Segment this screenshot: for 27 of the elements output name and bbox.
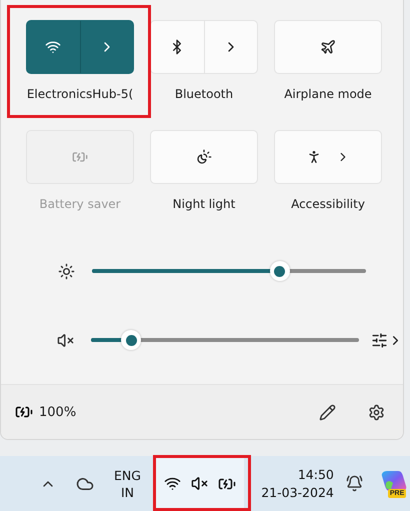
battery-percentage: 100%	[39, 404, 76, 420]
bell-icon	[346, 475, 363, 492]
tile-label: Airplane mode	[284, 86, 372, 103]
settings-button[interactable]	[368, 404, 385, 420]
sliders-icon	[371, 332, 388, 348]
brightness-icon	[58, 262, 74, 280]
slider-thumb[interactable]	[270, 261, 290, 281]
tile-label: Bluetooth	[174, 86, 234, 103]
language-text: ENG	[114, 466, 141, 484]
date-text: 21-03-2024	[261, 484, 334, 502]
wifi-icon	[164, 475, 181, 492]
notification-button[interactable]	[346, 475, 363, 492]
language-button[interactable]: ENG IN	[114, 466, 141, 500]
sun-moon-icon	[196, 149, 212, 165]
clock-button[interactable]: 14:50 21-03-2024	[254, 466, 334, 502]
pencil-icon	[319, 404, 336, 420]
language-text: IN	[120, 484, 134, 500]
wifi-icon	[45, 39, 62, 55]
tile-label: Night light	[172, 196, 236, 213]
slider-thumb[interactable]	[121, 330, 142, 350]
tile-label: Battery saver	[39, 196, 121, 213]
settings-icon	[368, 404, 385, 420]
time-text: 14:50	[298, 466, 334, 484]
edit-button[interactable]	[319, 404, 336, 420]
tile-label: Accessibility	[291, 196, 365, 213]
airplane-icon	[320, 39, 336, 55]
tile-label: ElectronicsHub-5(	[26, 86, 134, 103]
